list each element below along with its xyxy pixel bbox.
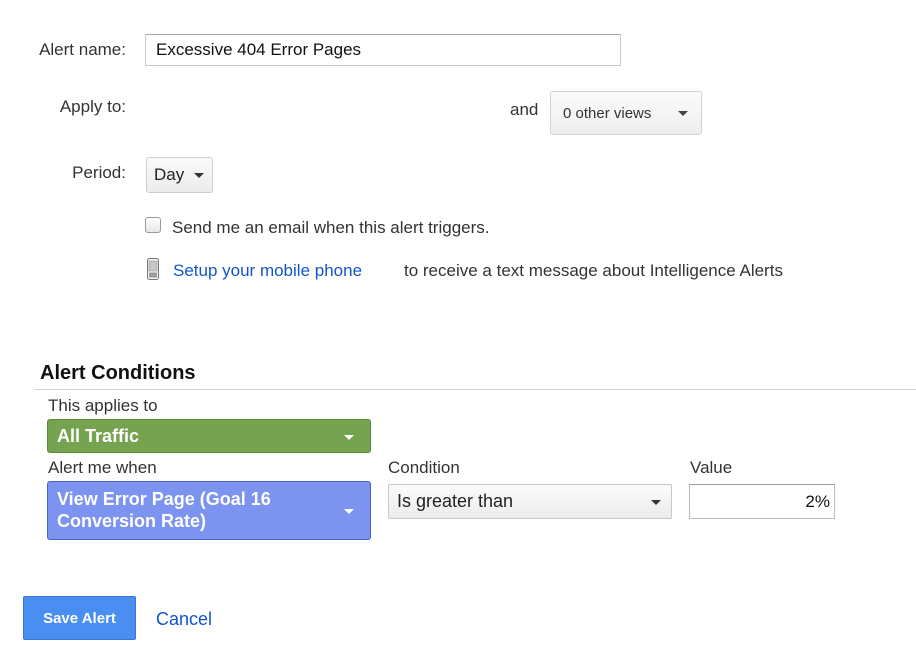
applies-to-label: This applies to — [48, 396, 158, 415]
chevron-down-icon — [344, 435, 354, 440]
alert-me-when-label: Alert me when — [48, 458, 157, 477]
period-value: Day — [154, 165, 185, 184]
value-input[interactable] — [689, 484, 835, 519]
mobile-phone-icon — [147, 258, 159, 280]
email-checkbox[interactable] — [145, 217, 161, 233]
alert-name-label: Alert name: — [39, 40, 126, 59]
cancel-link[interactable]: Cancel — [156, 609, 212, 630]
section-divider — [35, 389, 916, 390]
period-label: Period: — [72, 163, 126, 182]
chevron-down-icon — [651, 500, 661, 505]
chevron-down-icon — [344, 509, 354, 514]
condition-value: Is greater than — [397, 491, 514, 511]
metric-dropdown[interactable]: View Error Page (Goal 16 Conversion Rate… — [47, 481, 371, 540]
setup-mobile-description: to receive a text message about Intellig… — [404, 261, 783, 280]
alert-conditions-title: Alert Conditions — [40, 362, 196, 384]
condition-dropdown[interactable]: Is greater than — [388, 484, 672, 519]
and-text: and — [510, 100, 539, 119]
alert-form-page: Alert name: Apply to: and 0 other views … — [0, 0, 916, 657]
apply-to-label: Apply to: — [59, 97, 126, 116]
email-checkbox-label: Send me an email when this alert trigger… — [172, 218, 490, 237]
other-views-value: 0 other views — [563, 104, 652, 122]
condition-label: Condition — [388, 458, 460, 477]
other-views-dropdown[interactable]: 0 other views — [550, 91, 702, 135]
value-label: Value — [690, 458, 733, 477]
alert-name-input[interactable] — [145, 34, 621, 66]
save-alert-button[interactable]: Save Alert — [23, 596, 136, 640]
period-dropdown[interactable]: Day — [146, 157, 213, 193]
setup-mobile-phone-link[interactable]: Setup your mobile phone — [173, 261, 362, 281]
chevron-down-icon — [678, 111, 688, 116]
metric-value: View Error Page (Goal 16 Conversion Rate… — [57, 489, 271, 531]
segment-value: All Traffic — [57, 425, 140, 446]
chevron-down-icon — [194, 173, 204, 178]
segment-dropdown[interactable]: All Traffic — [47, 419, 371, 453]
